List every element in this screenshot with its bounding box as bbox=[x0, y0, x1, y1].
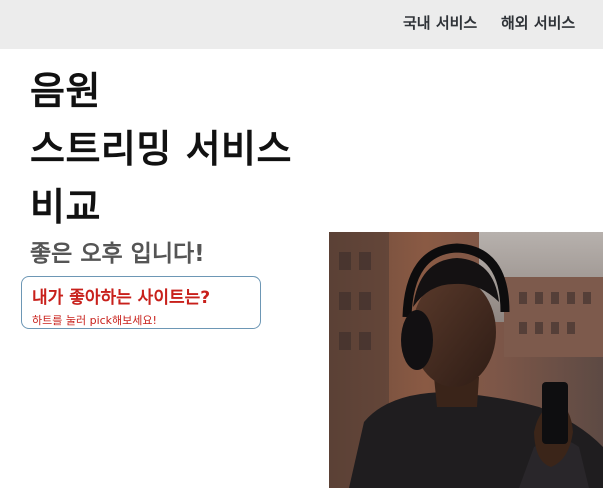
page-title: 음원 스트리밍 서비스 비교 bbox=[30, 62, 292, 236]
favorite-question: 내가 좋아하는 사이트는? bbox=[32, 288, 211, 308]
nav-link-overseas[interactable]: 해외 서비스 bbox=[501, 12, 575, 33]
hero-image bbox=[329, 232, 603, 488]
page-title-line: 음원 bbox=[30, 69, 101, 113]
hero-photo-illustration bbox=[329, 232, 603, 488]
favorite-site-box[interactable]: 내가 좋아하는 사이트는? 하트를 눌러 pick해보세요! bbox=[21, 276, 261, 329]
page: 국내 서비스 해외 서비스 음원 스트리밍 서비스 비교 좋은 오후 입니다! … bbox=[0, 0, 603, 488]
greeting-text: 좋은 오후 입니다! bbox=[30, 241, 205, 267]
page-title-line: 비교 bbox=[30, 185, 101, 229]
favorite-hint: 하트를 눌러 pick해보세요! bbox=[32, 314, 157, 327]
nav-link-domestic[interactable]: 국내 서비스 bbox=[403, 12, 477, 33]
top-navigation: 국내 서비스 해외 서비스 bbox=[0, 0, 603, 49]
divider bbox=[0, 49, 305, 52]
page-title-line: 스트리밍 서비스 bbox=[30, 127, 292, 171]
